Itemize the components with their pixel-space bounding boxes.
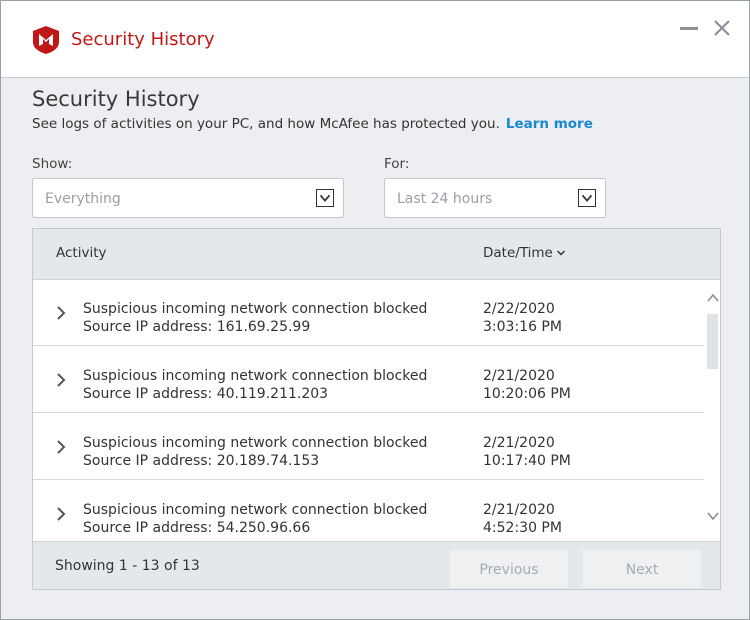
activity-time: 4:52:30 PM bbox=[483, 520, 562, 536]
chevron-right-icon[interactable] bbox=[55, 506, 67, 522]
activity-time: 3:03:16 PM bbox=[483, 319, 562, 335]
activity-list: Suspicious incoming network connection b… bbox=[33, 280, 704, 541]
for-select[interactable]: Last 24 hours bbox=[384, 178, 606, 218]
activity-detail: Source IP address: 161.69.25.99 bbox=[83, 319, 311, 335]
title-bar: Security History bbox=[1, 1, 749, 78]
history-panel: Activity Date/Time Suspicious incoming n… bbox=[32, 228, 721, 590]
activity-date: 2/21/2020 bbox=[483, 368, 555, 384]
previous-button[interactable]: Previous bbox=[450, 550, 568, 588]
activity-text: Suspicious incoming network connection b… bbox=[83, 435, 428, 451]
table-row[interactable]: Suspicious incoming network connection b… bbox=[33, 280, 704, 346]
scroll-down-icon[interactable] bbox=[706, 510, 720, 522]
close-icon[interactable] bbox=[711, 17, 733, 39]
activity-time: 10:20:06 PM bbox=[483, 386, 571, 402]
datetime-header-label: Date/Time bbox=[483, 245, 553, 261]
show-select-value: Everything bbox=[45, 191, 121, 207]
scroll-up-icon[interactable] bbox=[706, 292, 720, 304]
activity-detail: Source IP address: 40.119.211.203 bbox=[83, 386, 329, 402]
app-title: Security History bbox=[71, 29, 215, 50]
show-select[interactable]: Everything bbox=[32, 178, 344, 218]
for-select-value: Last 24 hours bbox=[397, 191, 493, 207]
next-button[interactable]: Next bbox=[583, 550, 701, 588]
activity-text: Suspicious incoming network connection b… bbox=[83, 368, 428, 384]
dropdown-arrow-icon bbox=[578, 189, 596, 207]
dropdown-arrow-icon bbox=[316, 189, 334, 207]
security-history-window: Security History Security History See lo… bbox=[0, 0, 750, 620]
activity-text: Suspicious incoming network connection b… bbox=[83, 301, 428, 317]
for-label: For: bbox=[384, 156, 410, 172]
datetime-column-header[interactable]: Date/Time bbox=[483, 245, 566, 261]
table-row[interactable]: Suspicious incoming network connection b… bbox=[33, 481, 704, 541]
chevron-right-icon[interactable] bbox=[55, 372, 67, 388]
activity-date: 2/21/2020 bbox=[483, 435, 555, 451]
activity-time: 10:17:40 PM bbox=[483, 453, 571, 469]
page-subtitle: See logs of activities on your PC, and h… bbox=[32, 116, 593, 132]
chevron-right-icon[interactable] bbox=[55, 305, 67, 321]
minimize-icon[interactable] bbox=[678, 17, 700, 39]
mcafee-shield-icon bbox=[33, 26, 59, 54]
table-row[interactable]: Suspicious incoming network connection b… bbox=[33, 414, 704, 480]
table-row[interactable]: Suspicious incoming network connection b… bbox=[33, 347, 704, 413]
subtitle-text: See logs of activities on your PC, and h… bbox=[32, 116, 500, 132]
chevron-right-icon[interactable] bbox=[55, 439, 67, 455]
vertical-scrollbar[interactable] bbox=[705, 280, 720, 541]
scroll-thumb[interactable] bbox=[707, 314, 718, 369]
activity-text: Suspicious incoming network connection b… bbox=[83, 502, 428, 518]
activity-date: 2/22/2020 bbox=[483, 301, 555, 317]
learn-more-link[interactable]: Learn more bbox=[506, 116, 593, 132]
table-footer: Showing 1 - 13 of 13 Previous Next bbox=[33, 541, 720, 589]
showing-count: Showing 1 - 13 of 13 bbox=[55, 558, 200, 574]
activity-date: 2/21/2020 bbox=[483, 502, 555, 518]
chevron-down-icon bbox=[556, 250, 565, 256]
table-header: Activity Date/Time bbox=[33, 229, 720, 280]
page-title: Security History bbox=[32, 87, 200, 111]
activity-column-header: Activity bbox=[56, 245, 107, 261]
activity-detail: Source IP address: 20.189.74.153 bbox=[83, 453, 320, 469]
activity-detail: Source IP address: 54.250.96.66 bbox=[83, 520, 311, 536]
show-label: Show: bbox=[32, 156, 73, 172]
